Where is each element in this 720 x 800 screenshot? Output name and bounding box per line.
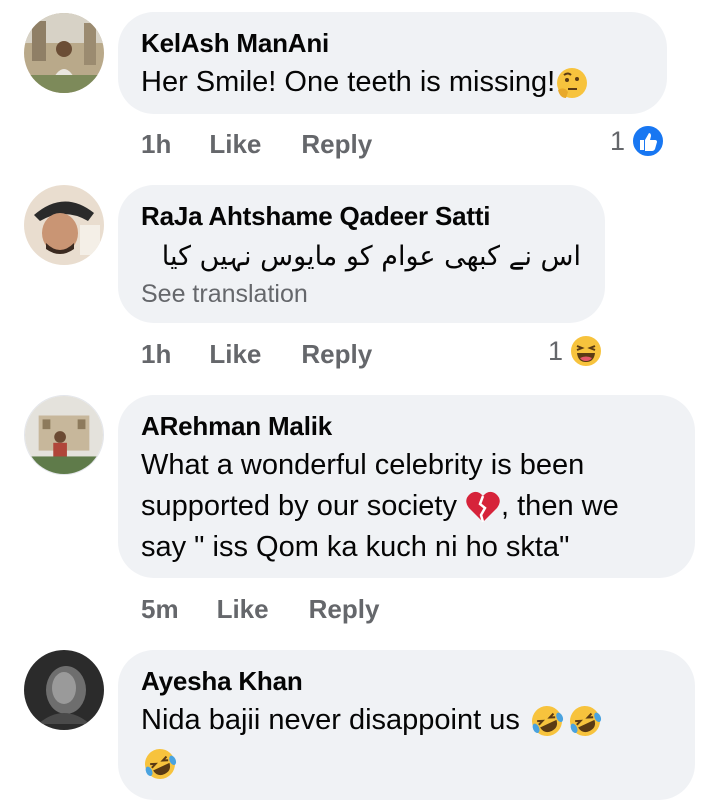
comment-time[interactable]: 1h <box>141 129 171 160</box>
comment-author[interactable]: ARehman Malik <box>141 409 671 443</box>
see-translation-link[interactable]: See translation <box>141 279 581 309</box>
like-button[interactable]: Like <box>209 129 261 160</box>
comment-text-fragment: supported by our society <box>141 490 466 522</box>
comment-text: What a wonderful celebrity is been suppo… <box>141 445 671 568</box>
reaction-summary[interactable]: 1 <box>610 124 666 158</box>
rofl-icon <box>566 703 604 739</box>
comment-text-content: Her Smile! One teeth is missing! <box>141 66 556 98</box>
comment-actions: 5m Like Reply <box>141 589 379 629</box>
comment-author[interactable]: RaJa Ahtshame Qadeer Satti <box>141 199 581 233</box>
comment-text: اس نے کبھی عوام کو مایوس نہیں کیا <box>161 241 581 272</box>
reaction-count: 1 <box>610 125 626 156</box>
like-button[interactable]: Like <box>209 339 261 370</box>
avatar[interactable] <box>24 650 104 730</box>
haha-icon <box>569 334 604 368</box>
broken-heart-icon <box>465 490 501 524</box>
comment-author[interactable]: KelAsh ManAni <box>141 26 643 60</box>
comment-text-fragment: , then we <box>501 490 619 522</box>
reply-button[interactable]: Reply <box>301 339 372 370</box>
comment-text-line: supported by our society , then we <box>141 486 671 527</box>
comment-text-line: say " iss Qom ka kuch ni ho skta" <box>141 531 570 563</box>
avatar[interactable] <box>24 13 104 93</box>
comment-author[interactable]: Ayesha Khan <box>141 664 671 698</box>
avatar[interactable] <box>24 395 104 475</box>
comment-time[interactable]: 5m <box>141 594 179 625</box>
rofl-icon <box>528 703 566 739</box>
comment-bubble: RaJa Ahtshame Qadeer Satti اس نے کبھی عو… <box>118 185 605 323</box>
comment-bubble: KelAsh ManAni Her Smile! One teeth is mi… <box>118 12 667 114</box>
avatar[interactable] <box>24 185 104 265</box>
comment-text: Nida bajii never disappoint us <box>141 700 671 784</box>
comment-text-content: Nida bajii never disappoint us <box>141 704 528 736</box>
comment-bubble: Ayesha Khan Nida bajii never disappoint … <box>118 650 695 800</box>
reaction-summary[interactable]: 1 <box>548 334 604 368</box>
comment-actions: 1h Like Reply <box>141 124 372 164</box>
reply-button[interactable]: Reply <box>309 594 380 625</box>
rofl-icon <box>141 746 179 782</box>
reply-button[interactable]: Reply <box>301 129 372 160</box>
like-icon <box>631 124 666 158</box>
comment-actions: 1h Like Reply <box>141 334 372 374</box>
comment-bubble: ARehman Malik What a wonderful celebrity… <box>118 395 695 578</box>
comment-time[interactable]: 1h <box>141 339 171 370</box>
like-button[interactable]: Like <box>217 594 269 625</box>
comment-text: Her Smile! One teeth is missing! <box>141 62 643 103</box>
reaction-count: 1 <box>548 335 564 366</box>
comment-text-line <box>141 743 671 784</box>
comment-text-line: What a wonderful celebrity is been <box>141 449 585 481</box>
thinking-face-icon <box>555 66 589 100</box>
